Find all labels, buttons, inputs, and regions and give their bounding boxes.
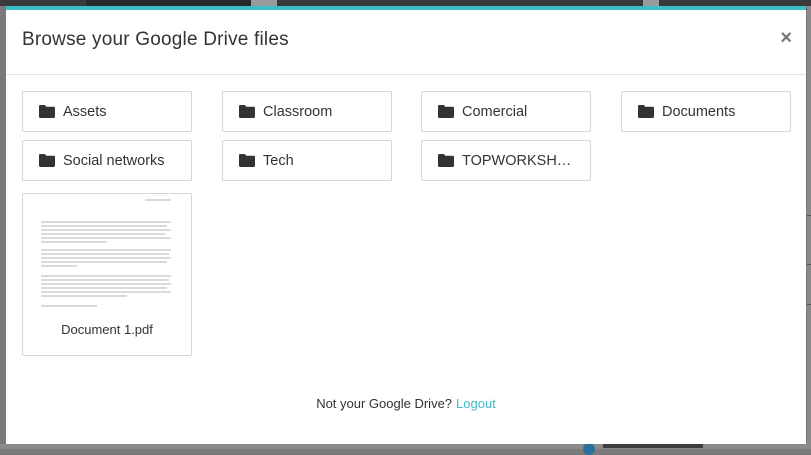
- google-drive-browse-dialog: Browse your Google Drive files × Assets C…: [6, 6, 806, 444]
- background-divider: [807, 215, 811, 216]
- folder-label: Comercial: [462, 103, 528, 120]
- dialog-title: Browse your Google Drive files: [22, 29, 289, 50]
- folder-item[interactable]: Classroom: [222, 91, 392, 132]
- dialog-header: Browse your Google Drive files ×: [6, 10, 806, 75]
- dialog-footer: Not your Google Drive? Logout: [6, 396, 806, 411]
- folder-label: Assets: [63, 103, 107, 120]
- file-item[interactable]: Document 1.pdf: [22, 193, 192, 356]
- background-right-edge: [807, 6, 811, 449]
- folder-item[interactable]: Social networks: [22, 140, 192, 181]
- background-divider: [807, 304, 811, 305]
- folder-item[interactable]: TOPWORKSH…: [421, 140, 591, 181]
- file-name: Document 1.pdf: [61, 322, 153, 337]
- folder-icon: [239, 154, 255, 167]
- folder-icon: [438, 154, 454, 167]
- close-button[interactable]: ×: [780, 26, 792, 50]
- account-prompt: Not your Google Drive?: [316, 396, 453, 411]
- background-text-fragment: [603, 444, 703, 448]
- background-bottom-edge: [0, 443, 811, 455]
- folder-icon: [239, 105, 255, 118]
- folder-label: Documents: [662, 103, 736, 120]
- folder-item[interactable]: Comercial: [421, 91, 591, 132]
- folder-icon: [438, 105, 454, 118]
- folder-item[interactable]: Tech: [222, 140, 392, 181]
- folder-label: TOPWORKSH…: [462, 152, 572, 169]
- folder-label: Tech: [263, 152, 294, 169]
- folder-icon: [39, 105, 55, 118]
- folder-label: Social networks: [63, 152, 165, 169]
- folder-item[interactable]: Assets: [22, 91, 192, 132]
- folder-item[interactable]: Documents: [621, 91, 791, 132]
- folder-label: Classroom: [263, 103, 333, 120]
- folder-icon: [638, 105, 654, 118]
- background-avatar: [583, 443, 595, 455]
- pdf-thumbnail: [37, 196, 177, 314]
- folder-icon: [39, 154, 55, 167]
- logout-link[interactable]: Logout: [456, 396, 496, 411]
- background-divider: [807, 264, 811, 265]
